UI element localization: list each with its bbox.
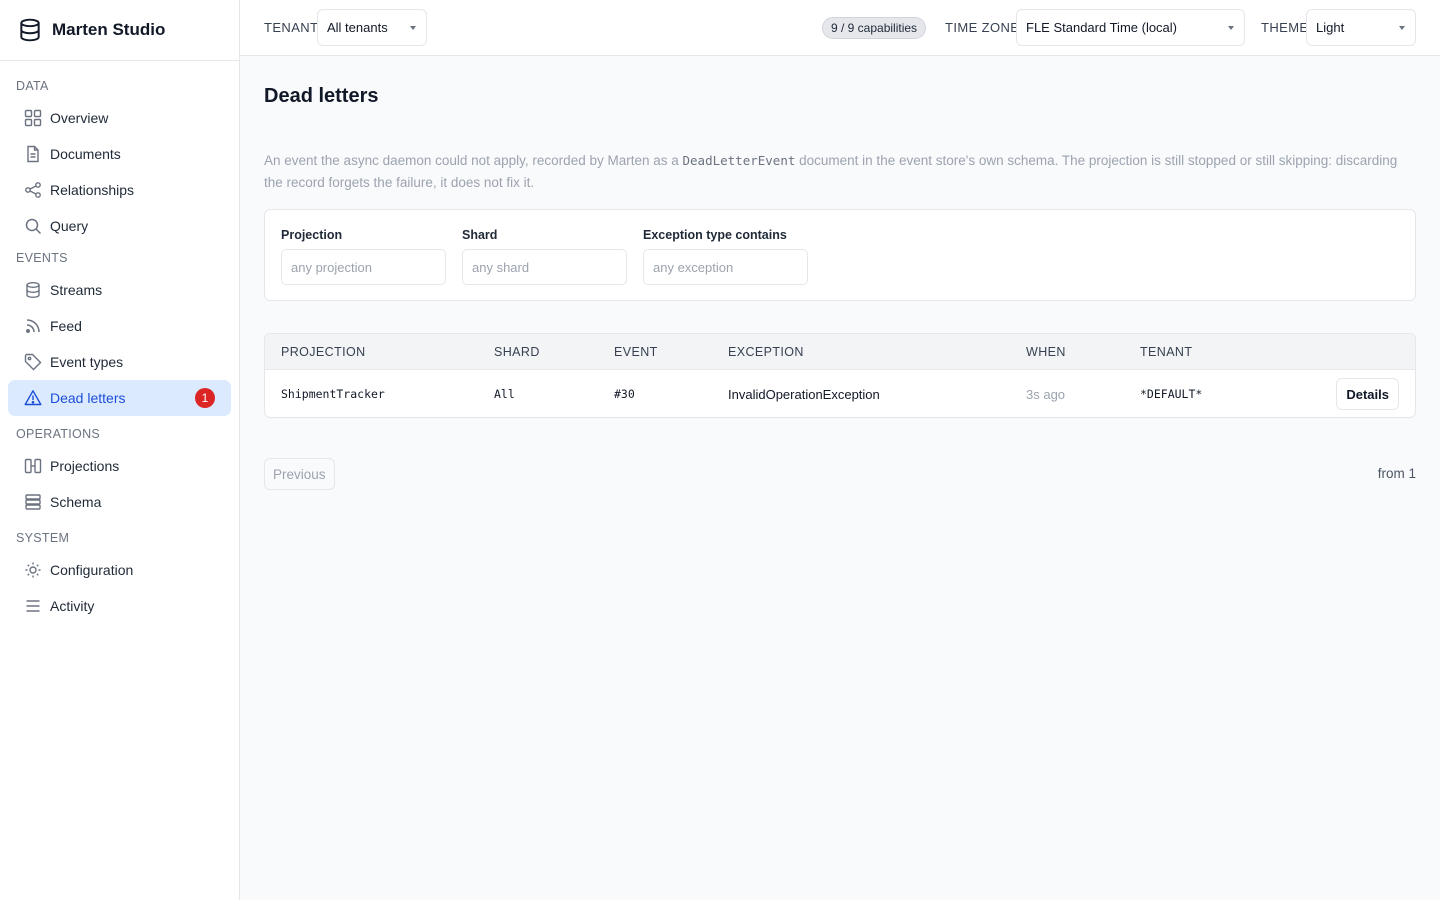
database-logo-icon xyxy=(17,17,43,43)
sidebar-item-documents[interactable]: Documents xyxy=(8,136,231,172)
projection-filter-input[interactable] xyxy=(281,249,446,285)
sidebar-item-activity[interactable]: Activity xyxy=(8,588,231,624)
count-badge: 1 xyxy=(195,388,215,408)
nav-heading-operations: OPERATIONS xyxy=(16,427,101,441)
nav-heading-system: SYSTEM xyxy=(16,531,70,545)
sidebar-item-streams[interactable]: Streams xyxy=(8,272,231,308)
cell-exception: InvalidOperationException xyxy=(728,386,880,402)
chevron-down-icon xyxy=(1228,26,1234,30)
sidebar: Marten Studio DATA Overview Documents Re… xyxy=(0,0,240,900)
exception-filter-input[interactable] xyxy=(643,249,808,285)
shard-filter-input[interactable] xyxy=(462,249,627,285)
tenant-label: TENANT xyxy=(264,20,319,35)
sidebar-item-overview[interactable]: Overview xyxy=(8,100,231,136)
description-code: DeadLetterEvent xyxy=(682,153,796,168)
sidebar-item-event-types[interactable]: Event types xyxy=(8,344,231,380)
nav-heading-data: DATA xyxy=(16,79,49,93)
table-header: PROJECTION SHARD EVENT EXCEPTION WHEN TE… xyxy=(265,334,1415,370)
column-header-tenant[interactable]: TENANT xyxy=(1140,334,1192,370)
exception-filter-label: Exception type contains xyxy=(643,228,787,242)
sidebar-item-label: Dead letters xyxy=(50,390,126,406)
page-description: An event the async daemon could not appl… xyxy=(264,150,1404,194)
sidebar-item-label: Feed xyxy=(50,318,82,334)
column-header-projection[interactable]: PROJECTION xyxy=(281,334,366,370)
sidebar-item-label: Projections xyxy=(50,458,120,474)
cell-when: 3s ago xyxy=(1026,386,1066,402)
theme-select[interactable]: Light xyxy=(1306,9,1416,46)
timezone-select[interactable]: FLE Standard Time (local) xyxy=(1016,9,1245,46)
shard-filter: Shard xyxy=(462,228,627,285)
sidebar-item-label: Activity xyxy=(50,598,95,614)
nav-section-events: EVENTS Streams Feed Event types Dead let… xyxy=(0,248,239,416)
sidebar-item-label: Streams xyxy=(50,282,103,298)
column-header-event[interactable]: EVENT xyxy=(614,334,658,370)
exception-filter: Exception type contains xyxy=(643,228,808,285)
sidebar-item-schema[interactable]: Schema xyxy=(8,484,231,520)
sidebar-item-label: Query xyxy=(50,218,89,234)
timezone-select-value: FLE Standard Time (local) xyxy=(1026,20,1178,35)
columns-icon xyxy=(24,457,42,475)
sidebar-item-label: Event types xyxy=(50,354,124,370)
column-header-when[interactable]: WHEN xyxy=(1026,334,1066,370)
sidebar-item-label: Schema xyxy=(50,494,102,510)
sidebar-item-label: Relationships xyxy=(50,182,135,198)
cell-projection: ShipmentTracker xyxy=(281,387,385,401)
nav-section-data: DATA Overview Documents Relationships Qu… xyxy=(0,76,239,244)
tag-icon xyxy=(24,353,42,371)
nav-section-operations: OPERATIONS Projections Schema xyxy=(0,424,239,520)
pagination-info: from 1 xyxy=(1377,466,1416,481)
previous-page-button[interactable]: Previous xyxy=(264,458,335,490)
sidebar-item-relationships[interactable]: Relationships xyxy=(8,172,231,208)
search-icon xyxy=(24,217,42,235)
tenant-select-value: All tenants xyxy=(327,20,388,35)
grid-icon xyxy=(24,109,42,127)
projection-filter: Projection xyxy=(281,228,446,285)
nav-section-system: SYSTEM Configuration Activity xyxy=(0,528,239,624)
capabilities-badge: 9 / 9 capabilities xyxy=(822,17,927,39)
details-button[interactable]: Details xyxy=(1336,378,1399,410)
table-row[interactable]: ShipmentTracker All #30 InvalidOperation… xyxy=(265,370,1415,417)
top-bar: TENANT All tenants 9 / 9 capabilities TI… xyxy=(240,0,1440,56)
theme-label: THEME xyxy=(1261,20,1309,35)
column-header-shard[interactable]: SHARD xyxy=(494,334,540,370)
sidebar-item-feed[interactable]: Feed xyxy=(8,308,231,344)
theme-select-value: Light xyxy=(1316,20,1345,35)
brand[interactable]: Marten Studio xyxy=(0,0,239,61)
main-content: Dead letters An event the async daemon c… xyxy=(240,56,1440,900)
list-icon xyxy=(24,597,42,615)
cell-shard: All xyxy=(494,387,515,401)
shard-filter-label: Shard xyxy=(462,228,498,242)
sidebar-item-label: Documents xyxy=(50,146,121,162)
sidebar-item-dead-letters[interactable]: Dead letters 1 xyxy=(8,380,231,416)
chevron-down-icon xyxy=(410,26,416,30)
dead-letters-table: PROJECTION SHARD EVENT EXCEPTION WHEN TE… xyxy=(264,333,1416,418)
sidebar-item-projections[interactable]: Projections xyxy=(8,448,231,484)
filters-panel: Projection Shard Exception type contains xyxy=(264,209,1416,301)
document-icon xyxy=(24,145,42,163)
timezone-label: TIME ZONE xyxy=(945,20,1020,35)
description-text: An event the async daemon could not appl… xyxy=(264,153,683,168)
column-header-exception[interactable]: EXCEPTION xyxy=(728,334,804,370)
sidebar-item-label: Configuration xyxy=(50,562,134,578)
app-title: Marten Studio xyxy=(52,20,166,39)
nav-heading-events: EVENTS xyxy=(16,251,68,265)
layers-icon xyxy=(24,493,42,511)
tenant-select[interactable]: All tenants xyxy=(317,9,427,46)
page-title: Dead letters xyxy=(264,85,379,107)
cell-tenant: *DEFAULT* xyxy=(1140,387,1203,401)
sidebar-item-query[interactable]: Query xyxy=(8,208,231,244)
sun-gear-icon xyxy=(24,561,42,579)
rss-icon xyxy=(24,317,42,335)
warning-icon xyxy=(24,389,42,407)
database-icon xyxy=(24,281,42,299)
share-icon xyxy=(24,181,42,199)
chevron-down-icon xyxy=(1399,26,1405,30)
projection-filter-label: Projection xyxy=(281,228,343,242)
cell-event[interactable]: #30 xyxy=(614,370,635,417)
sidebar-item-label: Overview xyxy=(50,110,109,126)
sidebar-item-configuration[interactable]: Configuration xyxy=(8,552,231,588)
